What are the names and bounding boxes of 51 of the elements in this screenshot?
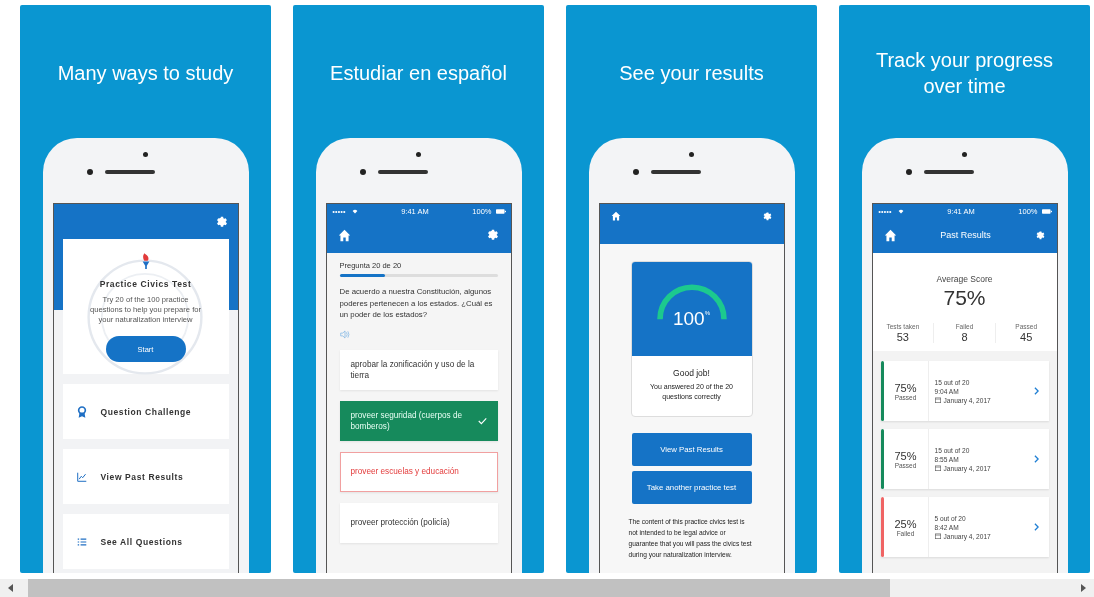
- calendar-icon: [934, 397, 941, 403]
- chevron-right-icon: [1033, 387, 1039, 395]
- screen-title: Past Results: [940, 230, 991, 240]
- result-title: Good job!: [672, 368, 711, 378]
- stat-value: 8: [961, 331, 968, 343]
- answer-option[interactable]: proveer protección (policía): [339, 502, 498, 543]
- stat-value: 53: [896, 331, 909, 343]
- torch-icon: [140, 253, 151, 270]
- panel-heading: Track your progress over time: [874, 48, 1055, 99]
- line-chart-icon: [76, 470, 87, 483]
- list-icon: [76, 535, 87, 548]
- panel-heading: Estudiar en español: [330, 61, 507, 86]
- home-icon[interactable]: [610, 211, 621, 221]
- scroll-right-icon[interactable]: [1080, 584, 1086, 592]
- panel-heading: Many ways to study: [57, 61, 234, 86]
- ribbon-icon: [76, 405, 87, 418]
- wifi-icon: [897, 209, 904, 214]
- battery-icon: [495, 209, 506, 214]
- average-value: 75%: [943, 286, 986, 310]
- answer-option[interactable]: proveer seguridad (cuerpos de bomberos): [339, 400, 498, 441]
- scroll-left-icon[interactable]: [8, 584, 14, 592]
- scrollbar-thumb[interactable]: [28, 579, 890, 597]
- settings-icon[interactable]: [761, 211, 773, 222]
- calendar-icon: [934, 533, 941, 539]
- home-icon[interactable]: [337, 228, 351, 242]
- horizontal-scrollbar[interactable]: [0, 579, 1094, 597]
- home-icon[interactable]: [883, 228, 897, 242]
- result-percent: 25%: [894, 517, 917, 530]
- settings-icon[interactable]: [1034, 229, 1046, 241]
- chevron-right-icon: [1033, 523, 1039, 531]
- battery-icon: [1041, 209, 1052, 214]
- signal-icon: [331, 209, 348, 214]
- menu-item[interactable]: Question Challenge: [62, 384, 229, 439]
- chevron-right-icon: [1033, 455, 1039, 463]
- menu-item[interactable]: See All Questions: [62, 514, 229, 569]
- calendar-icon: [934, 465, 941, 471]
- result-percent: 75%: [894, 381, 917, 394]
- average-label: Average Score: [936, 274, 993, 284]
- score-value: 100$^{%}$: [671, 308, 711, 330]
- answer-option[interactable]: aprobar la zonificación y uso de la tierra: [339, 349, 498, 390]
- answer-option[interactable]: proveer escuelas y educación: [339, 451, 498, 492]
- card-title: Practice Civics Test: [99, 279, 192, 289]
- check-icon: [477, 416, 487, 425]
- settings-icon[interactable]: [214, 214, 229, 229]
- menu-item[interactable]: View Past Results: [62, 449, 229, 504]
- signal-icon: [877, 209, 894, 214]
- result-percent: 75%: [894, 449, 917, 462]
- panel-heading: See your results: [619, 61, 764, 86]
- settings-icon[interactable]: [485, 228, 500, 242]
- stat-value: 45: [1020, 331, 1033, 343]
- wifi-icon: [351, 209, 358, 214]
